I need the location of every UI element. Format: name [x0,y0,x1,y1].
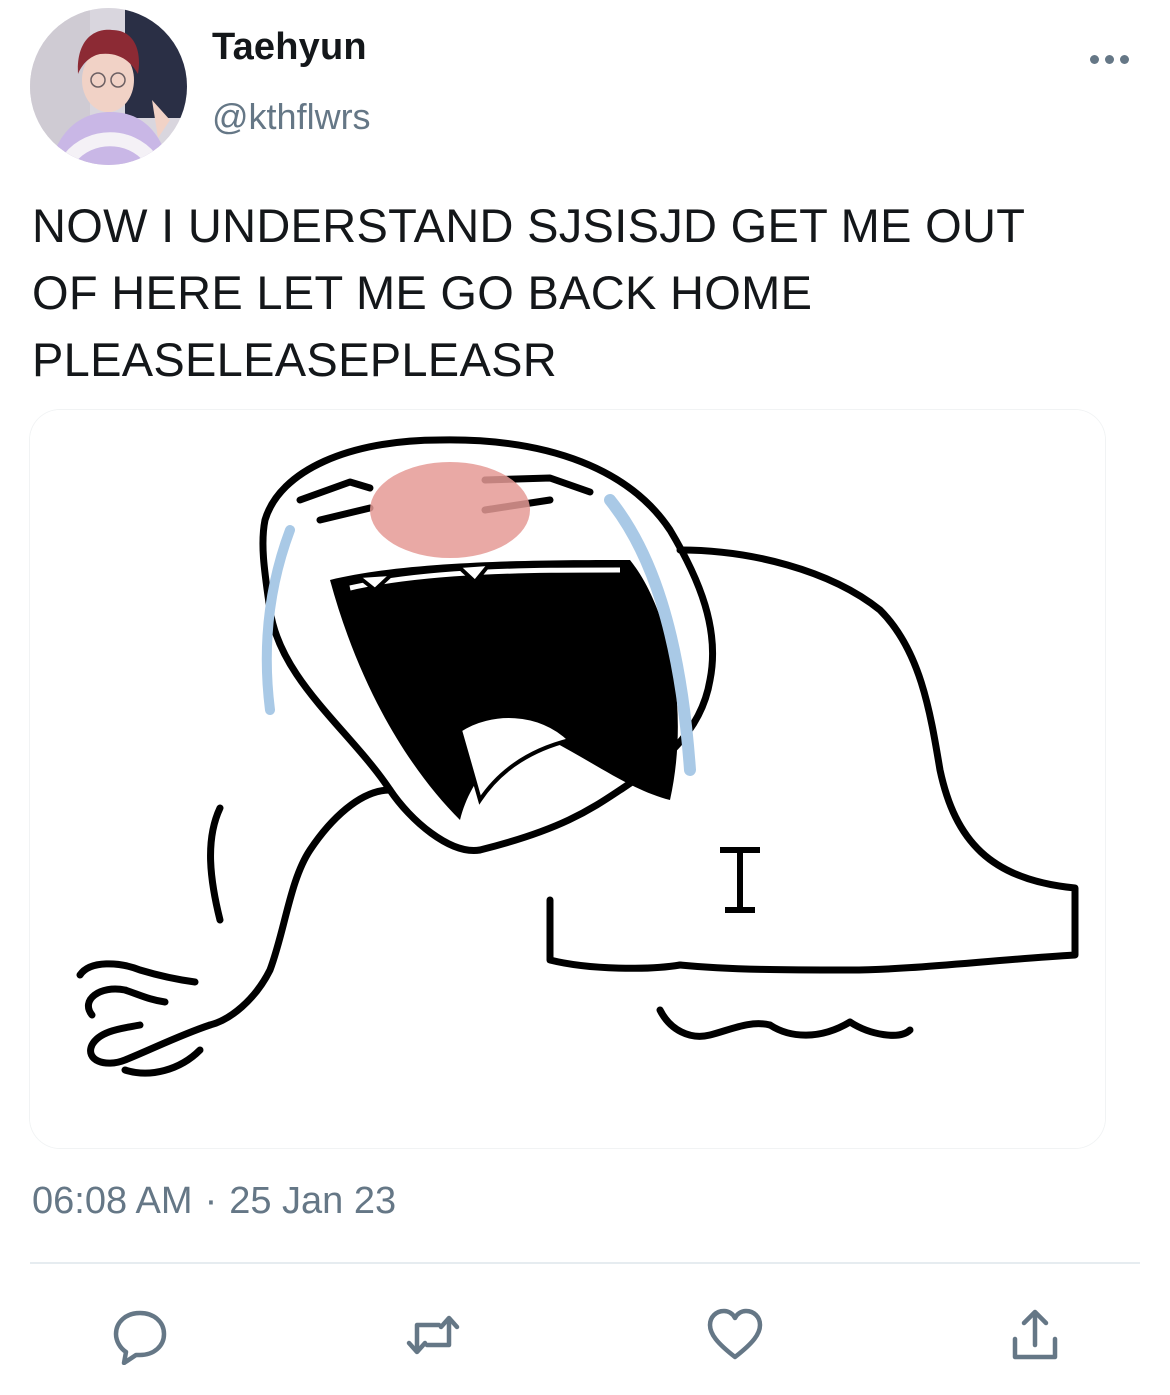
more-options-button[interactable] [1080,44,1138,74]
user-handle[interactable]: @kthflwrs [212,96,371,138]
retweet-button[interactable] [398,1300,468,1370]
timestamp-separator: · [204,1180,218,1222]
divider [30,1262,1140,1264]
more-dot-icon [1089,54,1099,64]
crying-cartoon-image [30,410,1105,1148]
tweet-media[interactable] [30,410,1105,1148]
share-button[interactable] [1000,1300,1070,1370]
tweet-text: NOW I UNDERSTAND SJSISJD GET ME OUT OF H… [32,199,1026,386]
tweet-date: 25 Jan 23 [229,1180,397,1222]
more-dot-icon [1119,54,1129,64]
display-name[interactable]: Taehyun [212,26,367,69]
like-button[interactable] [700,1300,770,1370]
avatar[interactable] [30,8,187,165]
share-icon [1012,1309,1058,1360]
heart-icon [707,1308,763,1360]
tweet-timestamp[interactable]: 06:08 AM · 25 Jan 23 [32,1180,396,1223]
action-bar [0,1300,1170,1370]
retweet-icon [406,1315,460,1355]
avatar-photo [30,8,187,165]
tweet-time: 06:08 AM [32,1180,193,1222]
tweet-card: Taehyun @kthflwrs NOW I UNDERSTAND SJSIS… [0,0,1170,1395]
reply-button[interactable] [105,1300,175,1370]
more-dot-icon [1104,54,1114,64]
reply-icon [113,1310,167,1365]
